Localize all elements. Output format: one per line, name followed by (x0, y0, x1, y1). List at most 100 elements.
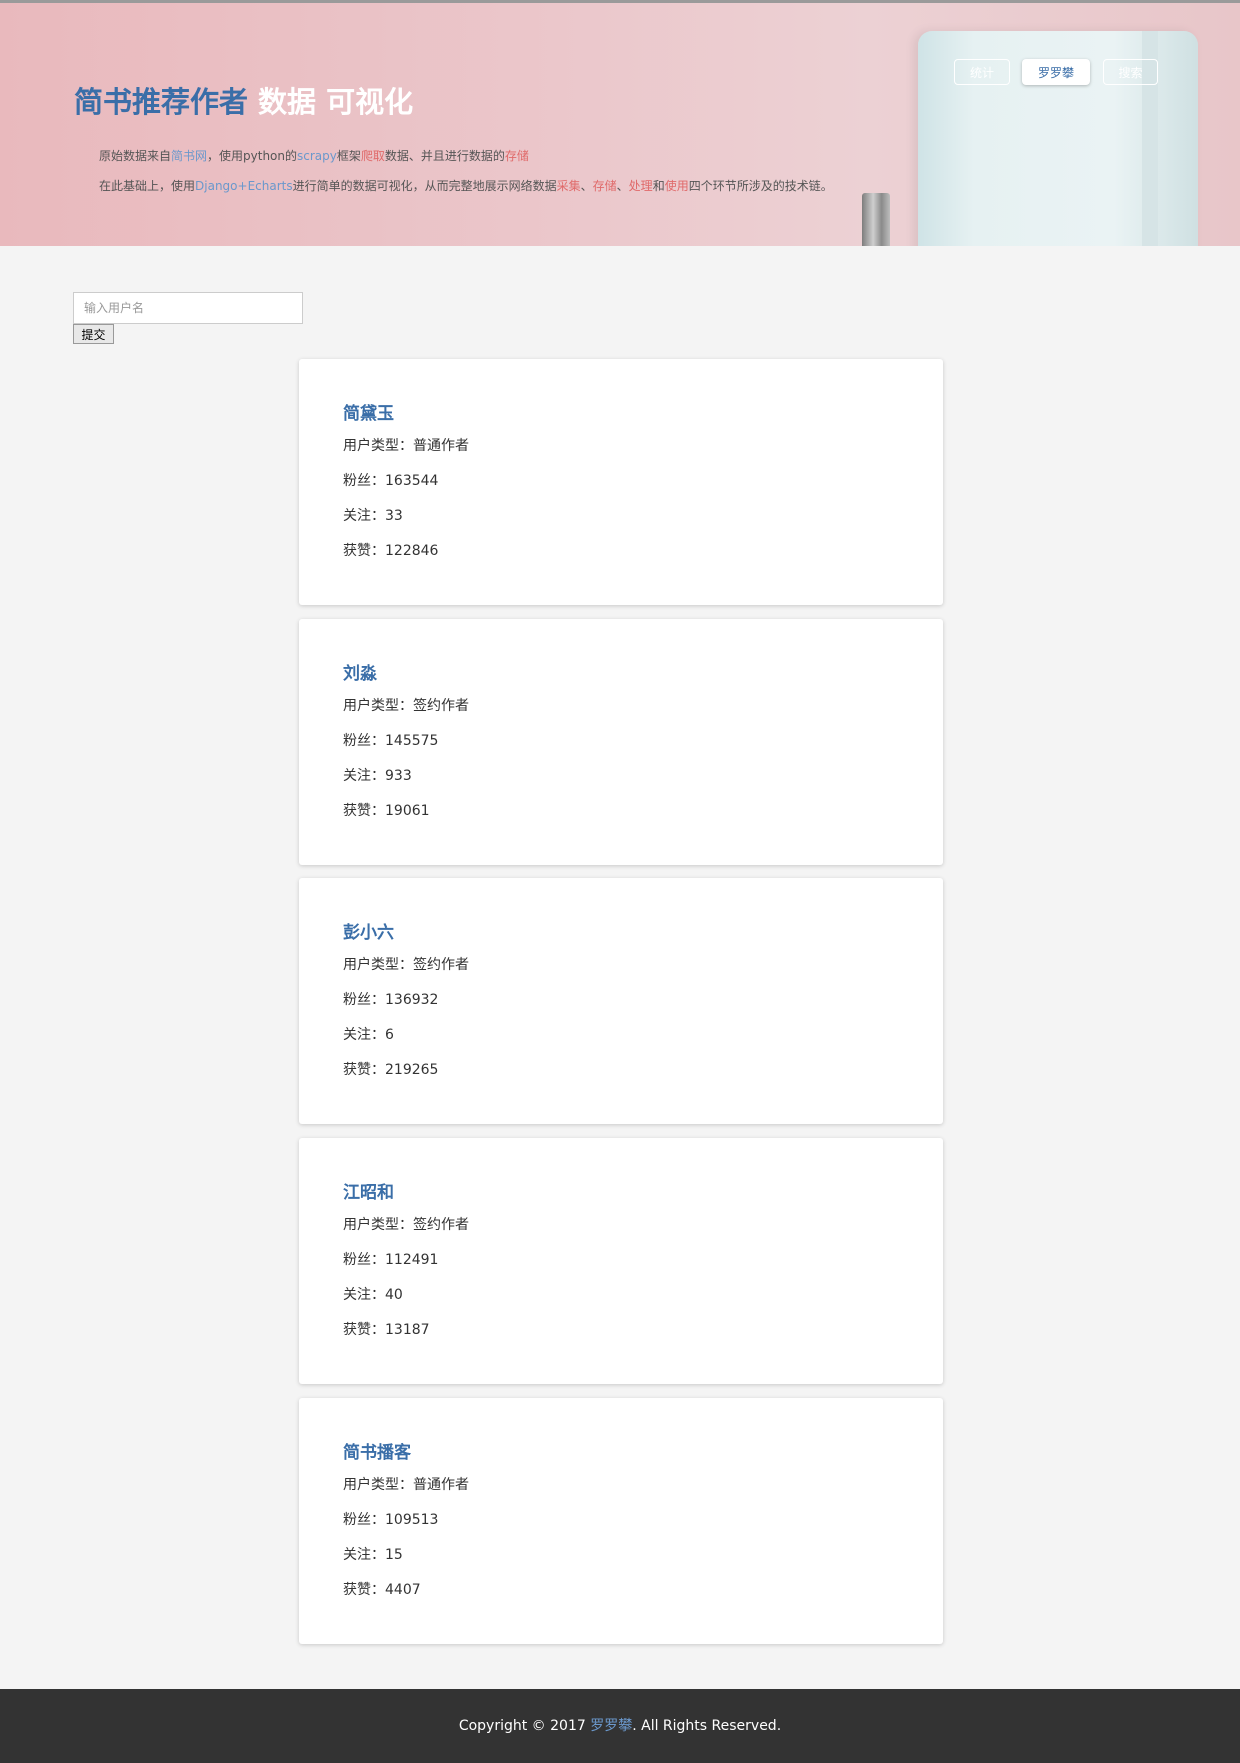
author-follow-row: 关注：6 (343, 1024, 394, 1044)
intro-text: 在此基础上，使用 (99, 179, 196, 193)
field-label: 用户类型： (343, 1477, 413, 1493)
field-label: 关注： (343, 1027, 385, 1043)
author-name[interactable]: 刘淼 (343, 659, 377, 684)
author-type-row: 用户类型：签约作者 (343, 1214, 469, 1234)
store-highlight: 存储 (504, 149, 529, 163)
author-likes-value: 19061 (385, 803, 430, 819)
intro-text: 四个环节所涉及的技术链。 (688, 179, 833, 193)
field-label: 用户类型： (343, 698, 413, 714)
author-likes-row: 获赞：122846 (343, 540, 438, 560)
author-fans-value: 136932 (385, 992, 439, 1008)
field-label: 用户类型： (343, 438, 413, 454)
field-label: 关注： (343, 508, 385, 524)
collect-highlight: 采集 (556, 179, 581, 193)
intro-text: 框架 (336, 149, 361, 163)
author-type-value: 签约作者 (413, 1217, 469, 1233)
store-highlight: 存储 (592, 179, 617, 193)
scrapy-highlight: scrapy (297, 149, 337, 163)
intro-text: 数据、并且进行数据的 (384, 149, 505, 163)
author-type-row: 用户类型：签约作者 (343, 695, 469, 715)
author-fans-value: 145575 (385, 733, 439, 749)
author-type-value: 普通作者 (413, 438, 469, 454)
author-type-row: 用户类型：普通作者 (343, 435, 469, 455)
author-fans-value: 163544 (385, 473, 439, 489)
author-type-row: 用户类型：普通作者 (343, 1474, 469, 1494)
footer-author-link[interactable]: 罗罗攀 (590, 1718, 632, 1734)
author-fans-row: 粉丝：163544 (343, 470, 438, 490)
author-fans-row: 粉丝：145575 (343, 730, 438, 750)
field-label: 关注： (343, 768, 385, 784)
author-card: 刘淼 用户类型：签约作者 粉丝：145575 关注：933 获赞：19061 (299, 619, 943, 865)
author-card: 简黛玉 用户类型：普通作者 粉丝：163544 关注：33 获赞：122846 (299, 359, 943, 605)
django-echarts-highlight: Django+Echarts (195, 179, 293, 193)
author-follow-row: 关注：933 (343, 765, 412, 785)
author-likes-row: 获赞：13187 (343, 1319, 430, 1339)
field-label: 粉丝： (343, 473, 385, 489)
author-follow-row: 关注：15 (343, 1544, 403, 1564)
author-likes-value: 219265 (385, 1062, 439, 1078)
author-name[interactable]: 简黛玉 (343, 399, 394, 424)
author-name[interactable]: 彭小六 (343, 918, 394, 943)
field-label: 用户类型： (343, 957, 413, 973)
intro-text: 原始数据来自 (99, 149, 172, 163)
author-card: 简书播客 用户类型：普通作者 粉丝：109513 关注：15 获赞：4407 (299, 1398, 943, 1644)
field-label: 粉丝： (343, 733, 385, 749)
field-label: 关注： (343, 1287, 385, 1303)
author-follow-value: 15 (385, 1547, 403, 1563)
submit-button[interactable]: 提交 (73, 324, 114, 344)
rights-text: . All Rights Reserved. (632, 1718, 782, 1734)
page-title-main: 简书推荐作者 (74, 85, 249, 119)
field-label: 获赞： (343, 1062, 385, 1078)
copyright-text: Copyright © 2017 (458, 1718, 591, 1734)
field-label: 用户类型： (343, 1217, 413, 1233)
author-fans-row: 粉丝：109513 (343, 1509, 438, 1529)
author-follow-value: 33 (385, 508, 403, 524)
author-follow-row: 关注：33 (343, 505, 403, 525)
field-label: 关注： (343, 1547, 385, 1563)
field-label: 获赞： (343, 1322, 385, 1338)
author-type-value: 签约作者 (413, 957, 469, 973)
pen-image (862, 193, 890, 246)
field-label: 获赞： (343, 803, 385, 819)
author-type-value: 签约作者 (413, 698, 469, 714)
field-label: 获赞： (343, 1582, 385, 1598)
author-fans-value: 112491 (385, 1252, 439, 1268)
jianshu-link[interactable]: 简书网 (171, 149, 207, 163)
field-label: 粉丝： (343, 1512, 385, 1528)
field-label: 获赞： (343, 543, 385, 559)
author-follow-value: 6 (385, 1027, 394, 1043)
author-card: 江昭和 用户类型：签约作者 粉丝：112491 关注：40 获赞：13187 (299, 1138, 943, 1384)
author-type-value: 普通作者 (413, 1477, 469, 1493)
author-likes-value: 4407 (385, 1582, 421, 1598)
use-highlight: 使用 (664, 179, 689, 193)
field-label: 粉丝： (343, 992, 385, 1008)
author-likes-value: 122846 (385, 543, 439, 559)
author-name[interactable]: 江昭和 (343, 1178, 394, 1203)
author-fans-value: 109513 (385, 1512, 439, 1528)
author-likes-row: 获赞：19061 (343, 800, 430, 820)
author-card: 彭小六 用户类型：签约作者 粉丝：136932 关注：6 获赞：219265 (299, 878, 943, 1124)
separator: 、 (580, 179, 593, 193)
intro-line-2: 在此基础上，使用Django+Echarts进行简单的数据可视化，从而完整地展示… (99, 177, 833, 194)
author-follow-row: 关注：40 (343, 1284, 403, 1304)
nav-author-button[interactable]: 罗罗攀 (1022, 59, 1090, 85)
author-name[interactable]: 简书播客 (343, 1438, 411, 1463)
process-highlight: 处理 (628, 179, 653, 193)
nav-stats-button[interactable]: 统计 (954, 59, 1010, 85)
author-type-row: 用户类型：签约作者 (343, 954, 469, 974)
page-footer: Copyright © 2017 罗罗攀. All Rights Reserve… (0, 1689, 1240, 1763)
hero-banner: 简书推荐作者 数据 可视化 原始数据来自简书网，使用python的scrapy框架… (0, 0, 1240, 246)
intro-text: 进行简单的数据可视化，从而完整地展示网络数据 (292, 179, 557, 193)
page-title: 简书推荐作者 数据 可视化 (74, 79, 413, 121)
author-likes-value: 13187 (385, 1322, 430, 1338)
page-title-sub: 数据 可视化 (258, 85, 414, 119)
intro-line-1: 原始数据来自简书网，使用python的scrapy框架爬取数据、并且进行数据的存… (99, 147, 529, 164)
author-follow-value: 40 (385, 1287, 403, 1303)
intro-text: 和 (652, 179, 665, 193)
author-likes-row: 获赞：219265 (343, 1059, 438, 1079)
author-likes-row: 获赞：4407 (343, 1579, 421, 1599)
username-input[interactable] (73, 292, 303, 324)
nav-search-button[interactable]: 搜索 (1103, 59, 1158, 85)
crawl-highlight: 爬取 (360, 149, 385, 163)
separator: 、 (616, 179, 629, 193)
